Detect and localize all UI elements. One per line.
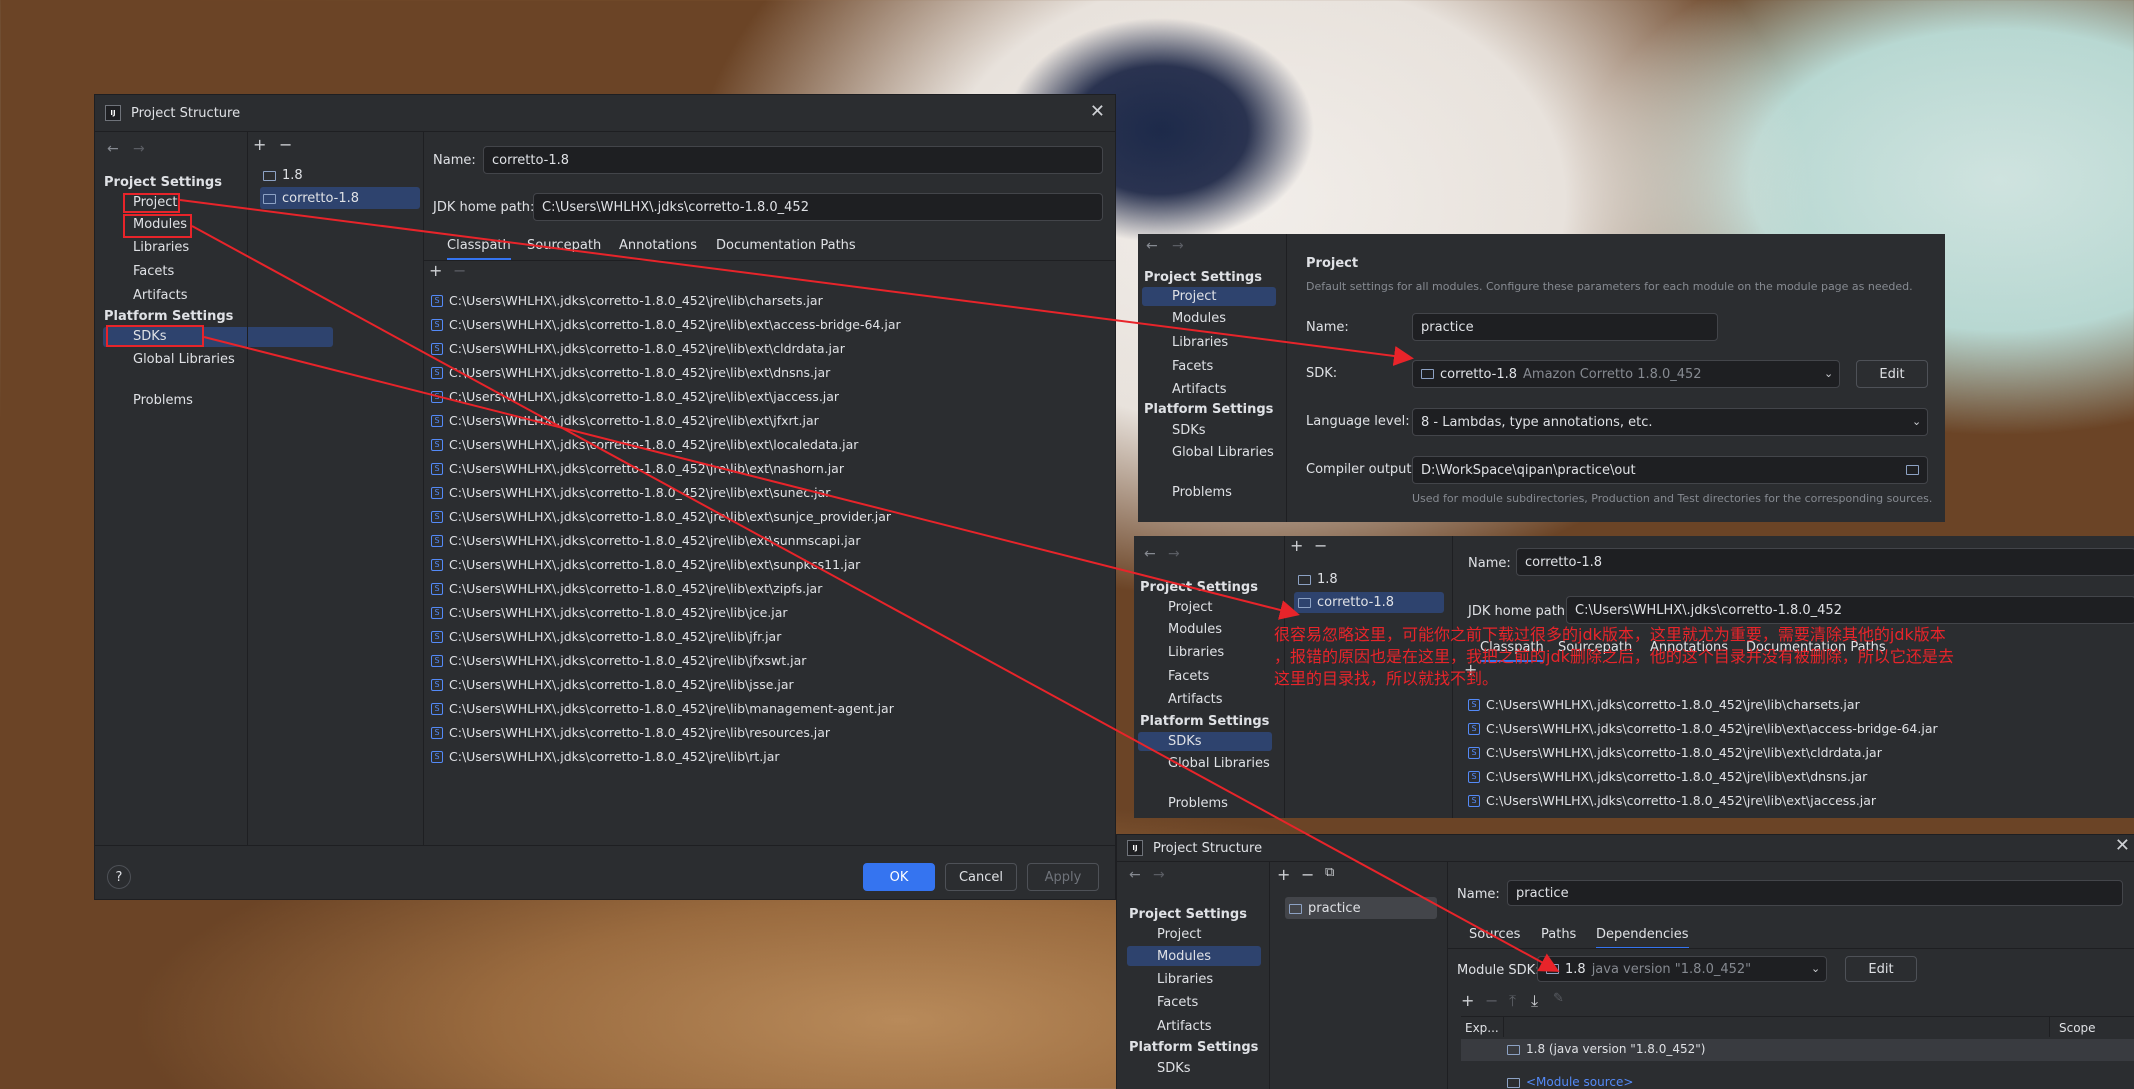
annotation-line-2: ，报错的原因也是在这里，我把之前的jdk删除之后，他的这个目录并没有被删除，所以… xyxy=(1274,647,1954,666)
arrow-modules-to-dialog xyxy=(191,225,1560,972)
annotation-note: 很容易忽略这里，可能你之前下载过很多的jdk版本，这里就尤为重要，需要清除其他的… xyxy=(1274,624,1954,690)
arrow-project-to-panel xyxy=(179,199,1414,366)
annotation-arrows xyxy=(179,199,1560,972)
arrow-sdks-to-panel xyxy=(203,336,1300,620)
annotation-line-3: 这里的目录找，所以就找不到。 xyxy=(1274,669,1499,688)
annotation-line-1: 很容易忽略这里，可能你之前下载过很多的jdk版本，这里就尤为重要，需要清除其他的… xyxy=(1274,625,1946,644)
